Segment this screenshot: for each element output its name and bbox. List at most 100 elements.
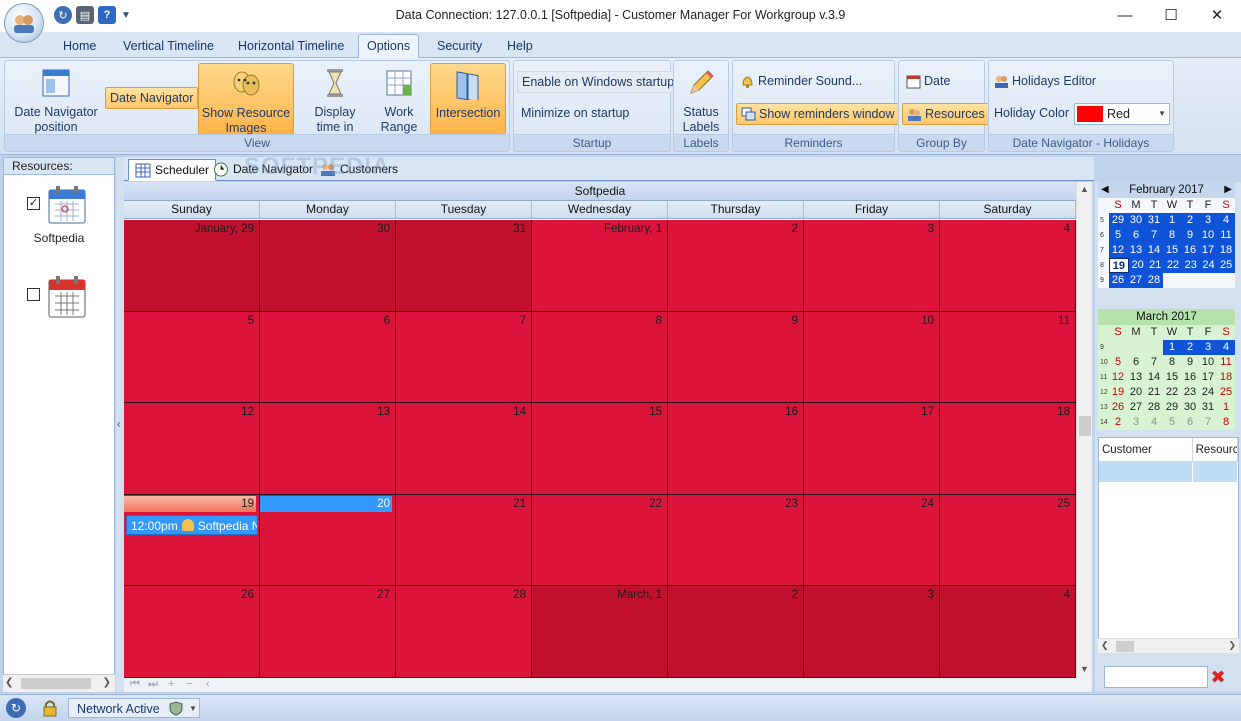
nav-remove-button[interactable]: − xyxy=(186,678,192,690)
day-cell[interactable]: 25 xyxy=(940,494,1076,586)
app-menu-button[interactable] xyxy=(4,3,44,43)
column-resource[interactable]: Resource xyxy=(1193,438,1238,461)
day-cell[interactable]: 30 xyxy=(260,220,396,311)
resource-checkbox-softpedia[interactable]: ✓ xyxy=(27,197,40,210)
mini-calendar-day[interactable]: 6 xyxy=(1127,228,1145,243)
mini-calendar-day[interactable]: 11 xyxy=(1217,228,1235,243)
day-cell[interactable]: 28 xyxy=(396,586,532,677)
day-cell[interactable]: 11 xyxy=(940,311,1076,403)
resources-hscrollbar[interactable]: ❮ ❯ xyxy=(3,674,115,692)
mini-calendar-day[interactable]: 2 xyxy=(1181,340,1199,355)
mini-calendar-day[interactable]: 28 xyxy=(1145,273,1163,288)
mini-calendar-day[interactable]: 11 xyxy=(1217,355,1235,370)
day-cell[interactable]: 23 xyxy=(668,494,804,586)
show-resource-images-button[interactable]: Show Resource Images xyxy=(198,63,294,135)
work-range-button[interactable]: Work Range xyxy=(371,63,427,135)
display-time-in-button[interactable]: Display time in xyxy=(302,63,368,135)
group-by-resources-button[interactable]: Resources xyxy=(902,103,990,125)
day-cell[interactable]: 27 xyxy=(260,586,396,677)
day-cell[interactable]: February, 1 xyxy=(532,220,668,311)
tab-horizontal-timeline[interactable]: Horizontal Timeline xyxy=(230,36,352,58)
day-cell[interactable]: 2 xyxy=(668,586,804,677)
mini-calendar-day[interactable]: 15 xyxy=(1163,370,1181,385)
day-cell[interactable]: 13 xyxy=(260,403,396,494)
mini-calendar-day[interactable]: 7 xyxy=(1199,415,1217,430)
mini-calendar-day[interactable]: 23 xyxy=(1181,258,1200,273)
mini-calendar-day[interactable]: 12 xyxy=(1109,370,1127,385)
day-cell[interactable]: 15 xyxy=(532,403,668,494)
show-reminders-window-button[interactable]: Show reminders window xyxy=(736,103,900,125)
mini-calendar-day[interactable]: 31 xyxy=(1199,400,1217,415)
mini-calendar-day[interactable]: 19 xyxy=(1109,258,1129,273)
mini-calendar-day[interactable]: 27 xyxy=(1127,400,1145,415)
lock-icon[interactable] xyxy=(42,699,58,717)
mini-calendar-day[interactable]: 5 xyxy=(1109,228,1127,243)
mini-calendar-day[interactable]: 26 xyxy=(1109,400,1127,415)
day-cell[interactable]: 16 xyxy=(668,403,804,494)
mini-calendar-day[interactable]: 6 xyxy=(1181,415,1199,430)
day-cell[interactable]: 20 xyxy=(260,494,396,586)
mini-calendar-day[interactable]: 16 xyxy=(1181,370,1199,385)
scroll-down-icon[interactable]: ▼ xyxy=(1080,664,1089,674)
day-cell[interactable]: 5 xyxy=(124,311,260,403)
tab-home[interactable]: Home xyxy=(55,36,104,58)
scroll-left-icon[interactable]: ❮ xyxy=(1101,640,1109,651)
scheduler-vscroll-thumb[interactable] xyxy=(1079,416,1091,436)
mini-calendar-day[interactable]: 31 xyxy=(1145,213,1163,228)
mini-calendar-day[interactable]: 9 xyxy=(1181,228,1199,243)
maximize-button[interactable]: ☐ xyxy=(1148,0,1194,30)
mini-calendar-day[interactable]: 8 xyxy=(1163,355,1181,370)
sync-icon[interactable]: ↻ xyxy=(6,698,26,718)
tab-help[interactable]: Help xyxy=(499,36,541,58)
mini-calendar-day[interactable]: 27 xyxy=(1127,273,1145,288)
holiday-color-select[interactable]: Red ▼ xyxy=(1074,103,1170,125)
mini-calendar-day[interactable]: 2 xyxy=(1109,415,1127,430)
day-cell[interactable]: 4 xyxy=(940,220,1076,311)
day-cell[interactable]: 3 xyxy=(804,220,940,311)
customer-cell[interactable] xyxy=(1099,462,1193,482)
day-cell[interactable]: 7 xyxy=(396,311,532,403)
enable-windows-startup-button[interactable]: Enable on Windows startup xyxy=(517,71,680,93)
day-cell[interactable]: 4 xyxy=(940,586,1076,677)
day-cell[interactable]: 22 xyxy=(532,494,668,586)
mini-calendar-day[interactable]: 7 xyxy=(1145,355,1163,370)
clear-filter-icon[interactable]: ✖ xyxy=(1208,667,1228,687)
mini-calendar-day[interactable]: 13 xyxy=(1127,370,1145,385)
mini-calendar-day[interactable]: 4 xyxy=(1217,213,1235,228)
scroll-left-icon[interactable]: ❮ xyxy=(5,677,13,688)
mini-calendar-day[interactable]: 3 xyxy=(1199,213,1217,228)
mini-calendar-day[interactable]: 24 xyxy=(1199,385,1217,400)
intersection-button[interactable]: Intersection xyxy=(430,63,506,135)
mini-calendar-day[interactable]: 20 xyxy=(1128,258,1147,273)
mini-calendar-day[interactable]: 25 xyxy=(1217,385,1235,400)
mini-calendar-day[interactable]: 8 xyxy=(1217,415,1235,430)
mini-calendar-day[interactable]: 15 xyxy=(1163,243,1181,258)
date-navigator-toggle[interactable]: Date Navigator xyxy=(105,87,199,109)
close-button[interactable]: ✕ xyxy=(1194,0,1240,30)
resource-checkbox-2[interactable] xyxy=(27,288,40,301)
next-month-icon[interactable]: ▶ xyxy=(1224,182,1232,198)
day-cell[interactable]: 24 xyxy=(804,494,940,586)
day-cell[interactable]: 10 xyxy=(804,311,940,403)
mini-calendar-day[interactable]: 22 xyxy=(1164,258,1182,273)
day-cell[interactable]: 12 xyxy=(124,403,260,494)
network-status[interactable]: Network Active ▼ xyxy=(68,698,200,718)
tab-options[interactable]: Options xyxy=(358,34,420,59)
day-cell[interactable]: 19 12:00pm Softpedia Ne xyxy=(124,494,260,586)
mini-calendar-day[interactable]: 1 xyxy=(1163,340,1181,355)
mini-calendar-day[interactable]: 1 xyxy=(1217,400,1235,415)
scroll-right-icon[interactable]: ❯ xyxy=(103,677,111,688)
customer-filter-input[interactable] xyxy=(1104,666,1208,688)
day-cell[interactable]: 26 xyxy=(124,586,260,677)
customer-grid-row[interactable] xyxy=(1099,462,1238,482)
mini-calendar-day[interactable]: 25 xyxy=(1217,258,1236,273)
mini-calendar-day[interactable]: 14 xyxy=(1145,370,1163,385)
mini-calendar-day[interactable]: 9 xyxy=(1181,355,1199,370)
holidays-editor-button[interactable]: Holidays Editor xyxy=(990,71,1100,93)
date-navigator-position-button[interactable]: Date Navigator position xyxy=(11,63,101,135)
mini-calendar-day[interactable]: 10 xyxy=(1199,228,1217,243)
collapse-arrow-icon[interactable]: ‹ xyxy=(117,419,120,430)
mini-calendar-day[interactable]: 23 xyxy=(1181,385,1199,400)
day-cell[interactable]: 17 xyxy=(804,403,940,494)
appointment[interactable]: 12:00pm Softpedia Ne xyxy=(126,514,258,535)
